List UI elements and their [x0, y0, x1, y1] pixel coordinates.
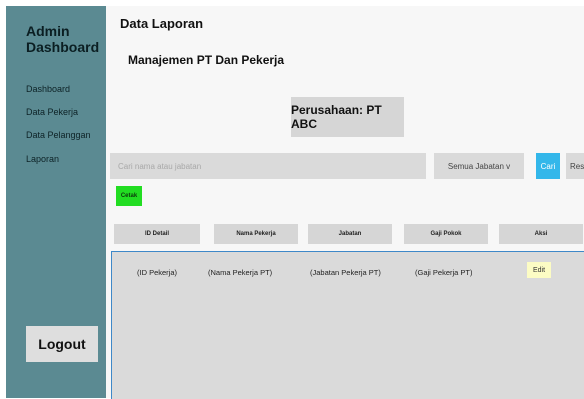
search-button[interactable]: Cari: [536, 153, 560, 179]
position-filter-select[interactable]: Semua Jabatan v: [434, 153, 524, 179]
table-header-action: Aksi: [499, 224, 583, 244]
sidebar-item-data-pekerja[interactable]: Data Pekerja: [26, 107, 78, 117]
company-label: Perusahaan: PT ABC: [291, 97, 404, 137]
sidebar-item-data-pelanggan[interactable]: Data Pelanggan: [26, 130, 91, 140]
table-cell-position: (Jabatan Pekerja PT): [310, 268, 381, 277]
page-title: Data Laporan: [120, 16, 204, 31]
brand-title-line1: Admin: [26, 23, 70, 39]
search-input[interactable]: [110, 153, 426, 179]
table-header-position: Jabatan: [308, 224, 392, 244]
edit-button[interactable]: Edit: [527, 262, 551, 278]
table-header-id: ID Detail: [114, 224, 200, 244]
sidebar: Admin Dashboard Dashboard Data Pekerja D…: [6, 6, 106, 398]
brand-title-line2: Dashboard: [26, 39, 100, 55]
sidebar-item-laporan[interactable]: Laporan: [26, 154, 59, 164]
table-cell-name: (Nama Pekerja PT): [208, 268, 273, 277]
table-header-salary: Gaji Pokok: [404, 224, 488, 244]
page-subtitle: Manajemen PT Dan Pekerja: [128, 53, 285, 67]
sidebar-brand: Admin Dashboard: [26, 23, 99, 55]
reset-button[interactable]: Reset: [566, 153, 584, 179]
main-content: Data Laporan Manajemen PT Dan Pekerja Pe…: [106, 6, 584, 399]
table-cell-id: (ID Pekerja): [137, 268, 178, 277]
table-header-name: Nama Pekerja: [214, 224, 298, 244]
print-button[interactable]: Cetak: [116, 186, 142, 206]
sidebar-item-dashboard[interactable]: Dashboard: [26, 84, 70, 94]
table-cell-salary: (Gaji Pekerja PT): [415, 268, 473, 277]
logout-button[interactable]: Logout: [26, 326, 98, 362]
